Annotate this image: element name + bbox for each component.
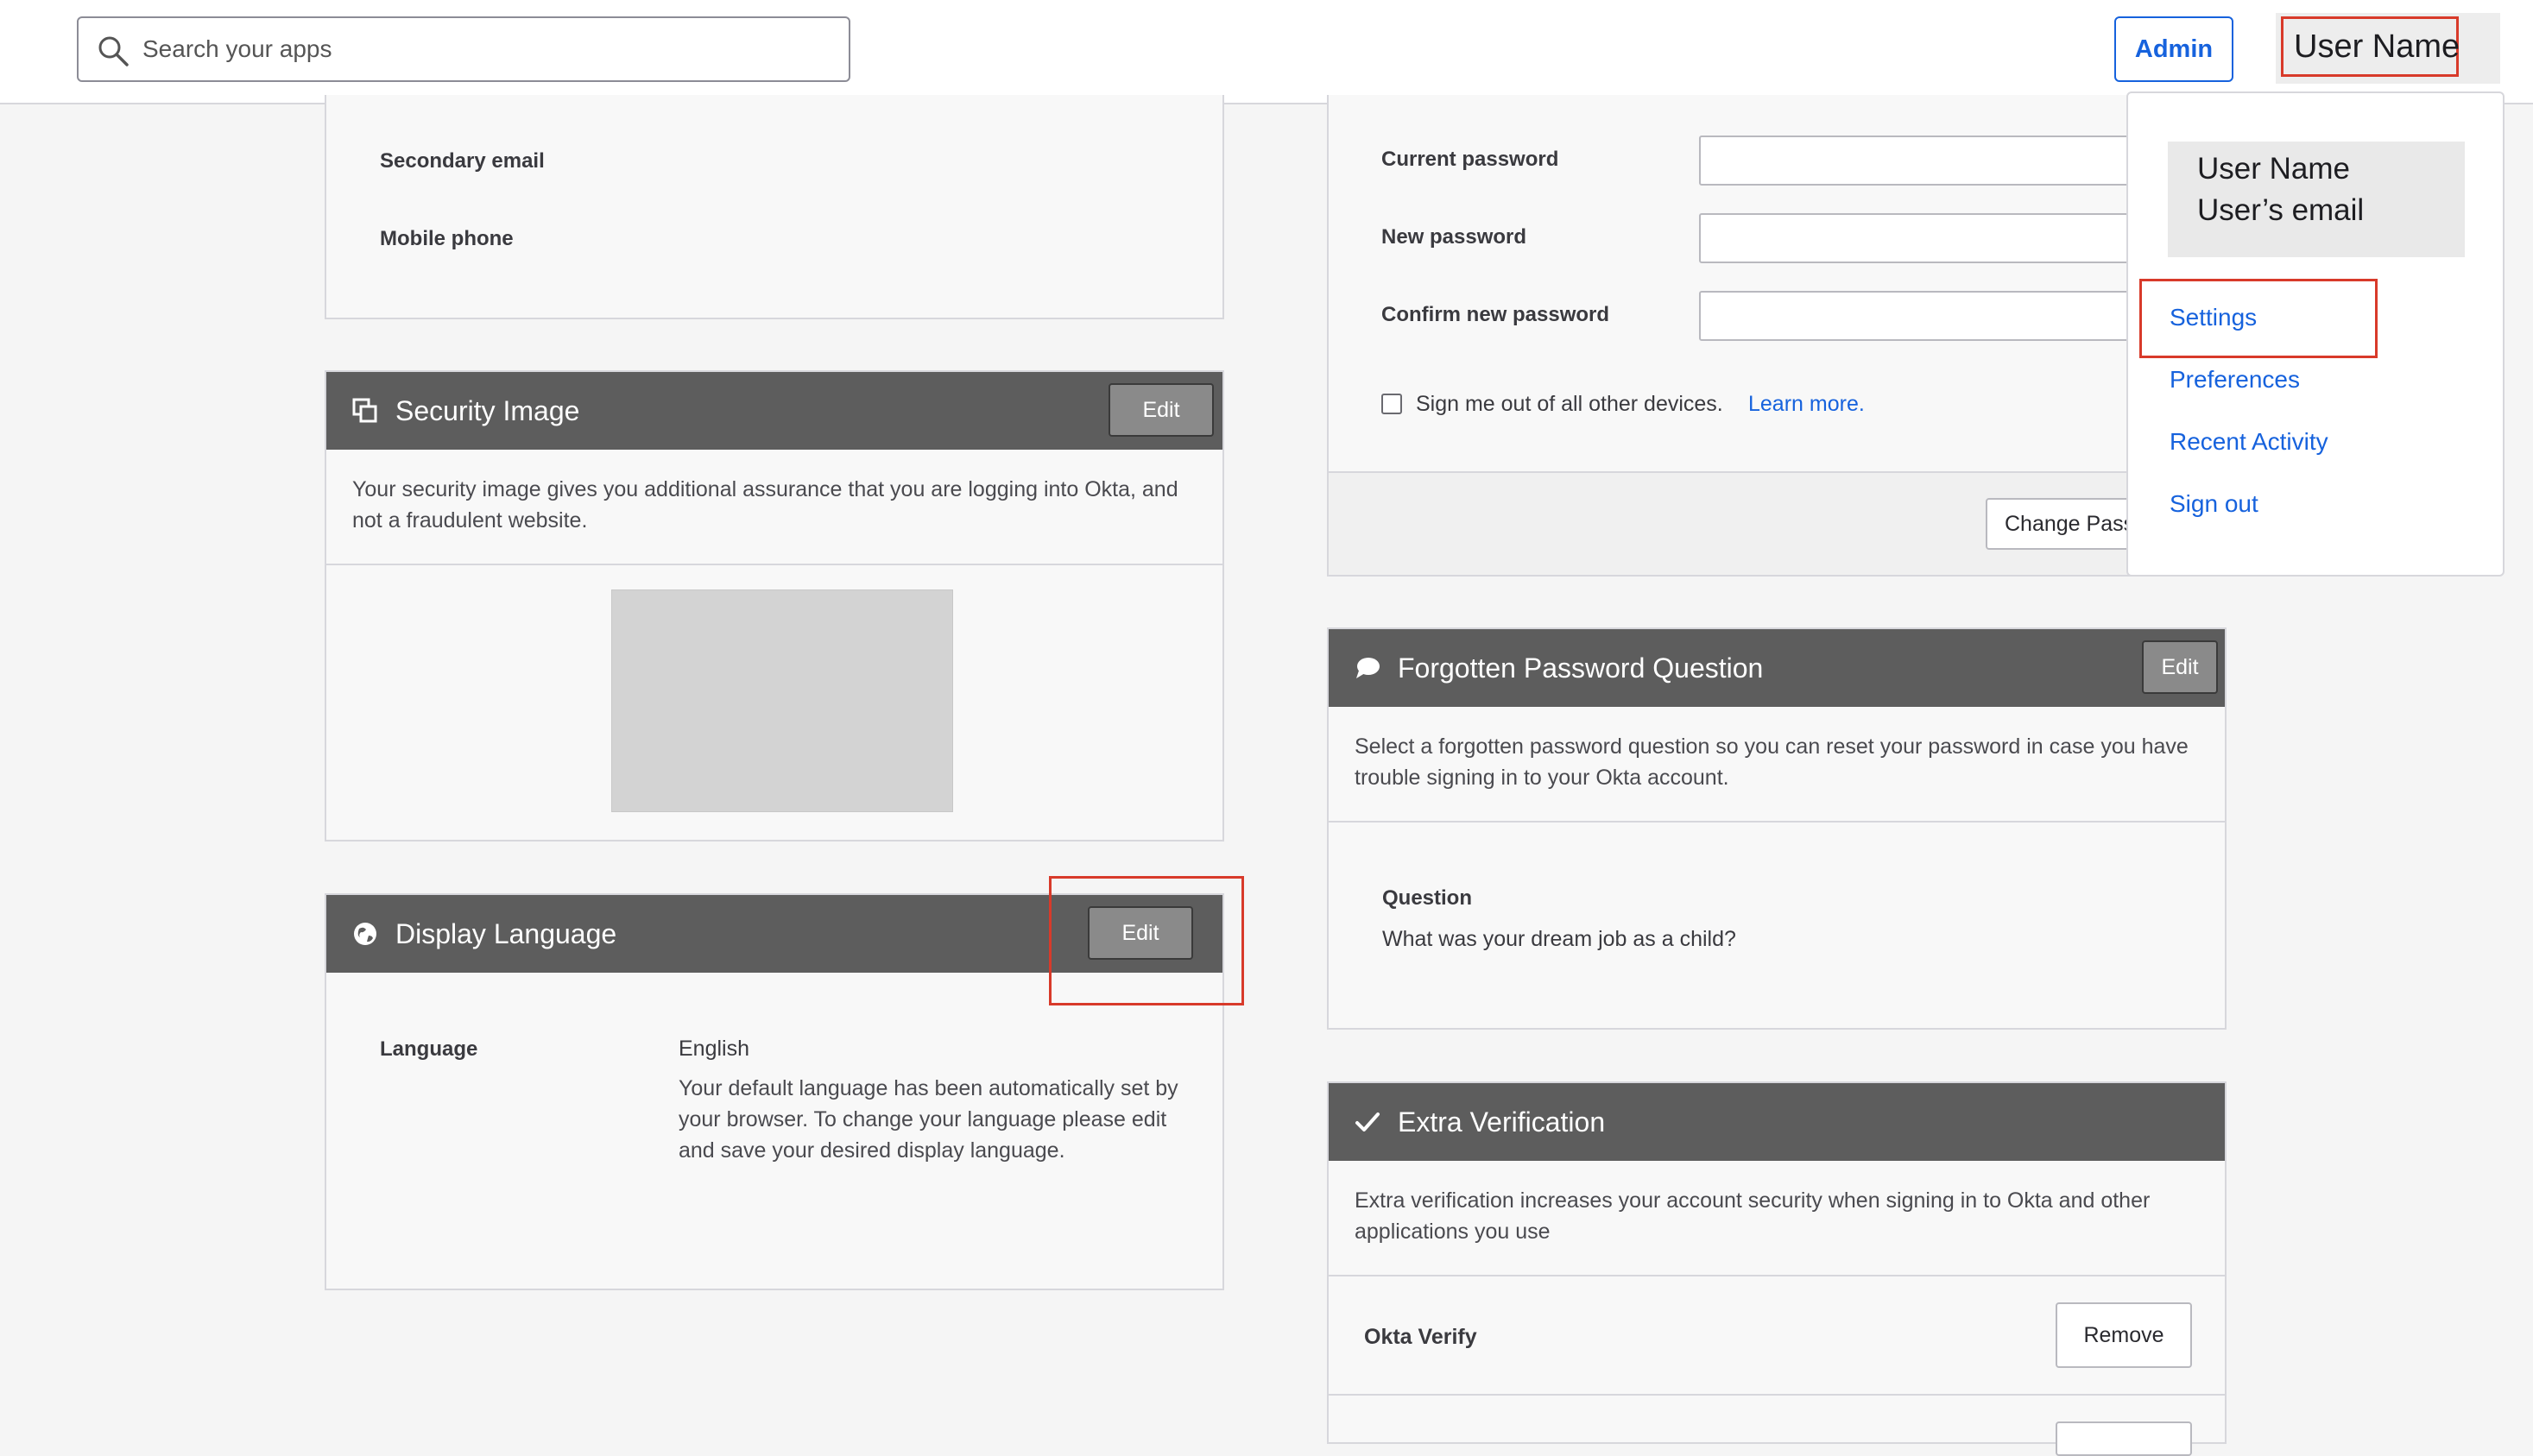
change-password-card: Current password New password Confirm ne… (1327, 95, 2227, 577)
okta-verify-label: Okta Verify (1364, 1325, 1477, 1349)
security-image-description: Your security image gives you additional… (352, 477, 1178, 533)
extra-verification-header: Extra Verification (1329, 1083, 2225, 1161)
confirm-password-label: Confirm new password (1381, 303, 1610, 326)
forgotten-question-header: Forgotten Password Question (1329, 629, 2225, 707)
menu-item-sign-out[interactable]: Sign out (2170, 490, 2258, 518)
search-box[interactable] (77, 16, 850, 82)
dropdown-user-name: User Name (2197, 152, 2350, 186)
extra-verification-title: Extra Verification (1398, 1106, 1606, 1138)
forgotten-question-divider (1329, 821, 2225, 823)
language-value: English (679, 1037, 749, 1061)
checkmark-icon (1355, 1112, 1380, 1131)
dropdown-user-email: User’s email (2197, 193, 2365, 227)
language-note: Your default language has been automatic… (679, 1076, 1178, 1163)
user-name-label: User Name (2281, 16, 2460, 77)
globe-icon (354, 923, 376, 945)
security-image-preview (611, 589, 953, 812)
extra-verification-card: Extra Verification Extra verification in… (1327, 1081, 2227, 1456)
forgotten-question-description: Select a forgotten password question so … (1355, 734, 2189, 790)
user-dropdown-menu: User Name User’s email Settings Preferen… (2126, 91, 2505, 577)
display-language-card: Display Language Edit Language English Y… (325, 893, 1224, 1290)
forgotten-question-title: Forgotten Password Question (1398, 652, 1764, 684)
extra-verification-divider-2 (1329, 1394, 2225, 1396)
signout-checkbox[interactable] (1381, 394, 1402, 414)
display-language-edit-button[interactable]: Edit (1088, 906, 1193, 960)
extra-verification-description: Extra verification increases your accoun… (1355, 1188, 2151, 1244)
extra-verification-divider (1329, 1275, 2225, 1276)
next-factor-button[interactable] (2056, 1421, 2192, 1456)
signout-label: Sign me out of all other devices. (1416, 392, 1723, 416)
menu-item-preferences[interactable]: Preferences (2170, 366, 2300, 394)
forgotten-question-card: Forgotten Password Question Edit Select … (1327, 627, 2227, 1030)
current-password-label: Current password (1381, 148, 1559, 171)
question-label: Question (1382, 886, 1473, 910)
admin-button[interactable]: Admin (2114, 16, 2233, 82)
speech-bubble-icon (1356, 658, 1380, 678)
security-image-card: Security Image Edit Your security image … (325, 370, 1224, 841)
display-language-title: Display Language (395, 918, 617, 949)
security-image-header: Security Image (326, 372, 1222, 450)
new-password-label: New password (1381, 225, 1527, 249)
search-icon (98, 36, 129, 66)
remove-button[interactable]: Remove (2056, 1302, 2192, 1368)
menu-item-recent-activity[interactable]: Recent Activity (2170, 428, 2328, 456)
image-copy-icon (352, 398, 377, 423)
personal-info-card: Secondary email Mobile phone (325, 95, 1224, 319)
top-bar: Admin User Name (0, 0, 2533, 104)
security-image-title: Security Image (395, 395, 580, 426)
user-menu-trigger[interactable]: User Name (2276, 13, 2500, 84)
security-image-divider (326, 564, 1222, 565)
secondary-email-label: Secondary email (380, 149, 545, 173)
dropdown-user-info: User Name User’s email (2168, 142, 2465, 257)
question-value: What was your dream job as a child? (1382, 927, 1736, 951)
menu-item-settings[interactable]: Settings (2170, 304, 2257, 331)
mobile-phone-label: Mobile phone (380, 227, 514, 250)
security-image-edit-button[interactable]: Edit (1109, 383, 1214, 437)
learn-more-link[interactable]: Learn more. (1748, 392, 1865, 417)
language-label: Language (380, 1037, 478, 1061)
forgotten-question-edit-button[interactable]: Edit (2142, 640, 2218, 694)
search-input[interactable] (141, 28, 831, 70)
